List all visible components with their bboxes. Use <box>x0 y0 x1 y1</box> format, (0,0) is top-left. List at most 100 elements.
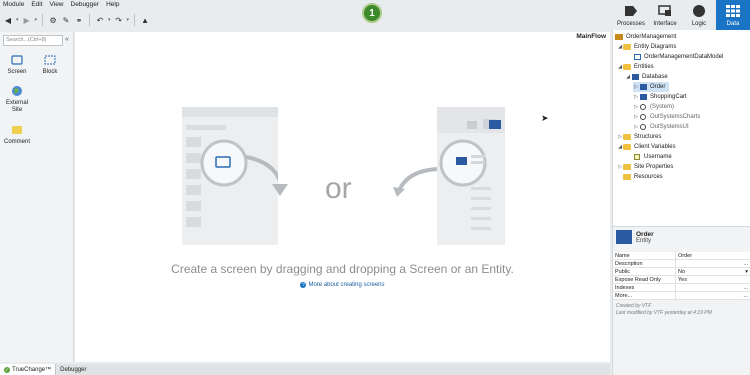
tree-shopping-cart[interactable]: ▷ ShoppingCart <box>633 92 687 102</box>
prop-dropdown-icon[interactable]: ▾ <box>745 269 748 275</box>
flow-name: MainFlow <box>576 33 606 40</box>
tree-entities-label: Entities <box>634 64 654 70</box>
undo-icon[interactable]: ↶ <box>95 15 105 25</box>
menu-edit[interactable]: Edit <box>28 0 46 10</box>
tab-data[interactable]: Data <box>716 0 750 30</box>
tab-data-label: Data <box>726 21 740 27</box>
tab-debugger[interactable]: Debugger <box>56 364 90 375</box>
folder-icon <box>623 144 631 151</box>
tree-structures-label: Structures <box>634 134 662 140</box>
tree-root-label: OrderManagement <box>626 34 677 40</box>
globe-icon <box>10 85 24 97</box>
toolbox-search-input[interactable]: Search...(Ctrl+8) <box>3 35 63 46</box>
tools-icon[interactable]: ✎ <box>61 15 71 25</box>
tree-entities[interactable]: ◢ Entities <box>617 62 654 72</box>
tab-logic[interactable]: Logic <box>682 0 716 30</box>
entity-drag-illustration <box>437 107 505 245</box>
prop-row-expose-read-only[interactable]: Expose Read Only Yes <box>613 276 750 284</box>
redo-dropdown-icon[interactable]: ▾ <box>127 17 130 23</box>
prop-row-name[interactable]: Name Order <box>613 252 750 260</box>
tree-data-model[interactable]: OrderManagementDataModel <box>633 52 723 62</box>
tree-site-props[interactable]: ▷ Site Properties <box>617 162 673 172</box>
tree-system[interactable]: ▷ (System) <box>633 102 674 112</box>
toolbar-divider <box>42 14 44 26</box>
prop-row-indexes[interactable]: Indexes... <box>613 284 750 292</box>
tab-truechange-label: TrueChange™ <box>12 366 52 373</box>
prop-row-public[interactable]: Public No ▾ <box>613 268 750 276</box>
reference-icon <box>639 114 647 121</box>
toolbar-divider <box>134 14 136 26</box>
back-icon[interactable]: ◀ <box>3 15 13 25</box>
prop-row-more[interactable]: More...... <box>613 292 750 300</box>
redo-icon[interactable]: ↷ <box>114 15 124 25</box>
comment-icon <box>10 124 24 136</box>
tab-truechange[interactable]: ✓ TrueChange™ <box>0 364 57 375</box>
tree-client-vars[interactable]: ◢ Client Variables <box>617 142 676 152</box>
tree-root[interactable]: OrderManagement <box>615 32 676 42</box>
toolbar: ◀ ▾ ▶ ▾ ⚙ ✎ ⚭ ↶ ▾ ↷ ▾ ▲ <box>0 10 610 30</box>
properties-meta: Created by VTF Last modified by VTF yest… <box>616 303 712 317</box>
workflow-icon[interactable]: ⚭ <box>74 15 84 25</box>
interface-icon <box>658 4 672 18</box>
collapse-toolbox-icon[interactable]: « <box>65 36 69 43</box>
tree-username[interactable]: Username <box>633 152 672 162</box>
screen-drag-illustration <box>182 107 284 245</box>
prop-extra[interactable]: ... <box>743 293 748 299</box>
tool-screen[interactable]: Screen <box>2 54 32 76</box>
database-icon <box>631 74 639 81</box>
prop-value[interactable]: No <box>678 269 685 275</box>
menu-view[interactable]: View <box>47 0 68 10</box>
forward-dropdown-icon[interactable]: ▾ <box>35 17 38 23</box>
prop-value[interactable]: Yes <box>678 277 687 283</box>
tab-interface[interactable]: Interface <box>648 0 682 30</box>
publish-badge[interactable]: 1 <box>362 3 382 23</box>
tree-order[interactable]: ▷ Order <box>633 82 670 92</box>
prop-key: Description <box>615 260 643 267</box>
tree-structures[interactable]: ▷ Structures <box>617 132 661 142</box>
menu-module[interactable]: Module <box>0 0 28 10</box>
publish-icon[interactable]: ▲ <box>140 15 150 25</box>
toolbox: Search...(Ctrl+8) « Screen Block Externa… <box>0 32 74 362</box>
tool-external-site[interactable]: External Site <box>2 85 32 114</box>
forward-icon[interactable]: ▶ <box>22 15 32 25</box>
reference-icon <box>639 104 647 111</box>
tool-comment-label: Comment <box>3 139 30 145</box>
toolbar-divider <box>89 14 91 26</box>
entity-icon <box>639 84 647 91</box>
prop-key: Expose Read Only <box>615 276 661 283</box>
tool-block[interactable]: Block <box>35 54 65 76</box>
tool-comment[interactable]: Comment <box>2 124 32 146</box>
more-about-screens-link[interactable]: ? More about creating screens <box>75 282 610 288</box>
prop-key: More... <box>615 292 633 299</box>
back-dropdown-icon[interactable]: ▾ <box>16 17 19 23</box>
tab-interface-label: Interface <box>653 21 677 27</box>
tree-entity-diagrams[interactable]: ◢ Entity Diagrams <box>617 42 676 52</box>
top-tabs: Processes Interface Logic Data <box>614 0 750 30</box>
tree-resources[interactable]: Resources <box>623 172 663 182</box>
folder-icon <box>623 174 631 181</box>
processes-icon <box>624 4 638 18</box>
prop-extra[interactable]: ... <box>743 285 748 291</box>
diagram-icon <box>633 54 641 61</box>
block-icon <box>43 54 57 66</box>
gear-icon[interactable]: ⚙ <box>48 15 58 25</box>
menu-help[interactable]: Help <box>103 0 123 10</box>
prop-value[interactable]: Order <box>678 253 692 259</box>
tab-debugger-label: Debugger <box>60 366 87 373</box>
undo-dropdown-icon[interactable]: ▾ <box>108 17 111 23</box>
data-icon <box>726 4 740 18</box>
menu-debugger[interactable]: Debugger <box>68 0 104 10</box>
tree-data-model-label: OrderManagementDataModel <box>644 54 724 60</box>
tree-site-props-label: Site Properties <box>634 164 674 170</box>
tree-ui[interactable]: ▷ OutSystemsUI <box>633 122 689 132</box>
tree-charts[interactable]: ▷ OutSystemsCharts <box>633 112 700 122</box>
canvas[interactable]: MainFlow ➤ or Create a screen by draggin… <box>75 32 610 362</box>
tool-screen-label: Screen <box>7 69 27 75</box>
prop-extra[interactable]: ... <box>743 261 748 267</box>
bottom-tabs: ✓ TrueChange™ Debugger <box>0 364 610 375</box>
tree-database[interactable]: ◢ Database <box>625 72 668 82</box>
tree-client-vars-label: Client Variables <box>634 144 676 150</box>
prop-row-description[interactable]: Description... <box>613 260 750 268</box>
last-modified: Last modified by VTF yesterday at 4:19 P… <box>616 310 712 316</box>
tab-processes[interactable]: Processes <box>614 0 648 30</box>
